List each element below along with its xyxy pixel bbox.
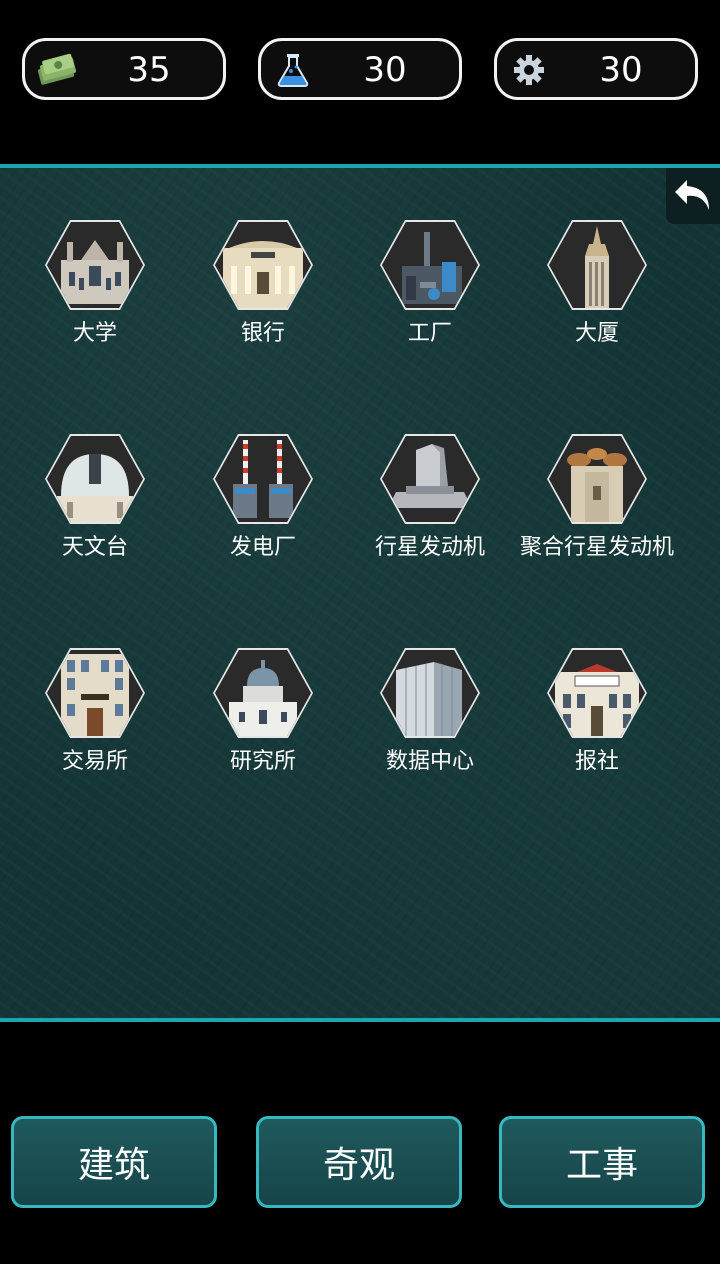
building-label: 大厦 [574, 321, 619, 346]
building-bank[interactable]: 银行 [178, 220, 348, 370]
undo-arrow-icon [671, 172, 715, 220]
science-value: 30 [363, 50, 407, 90]
building-exchange[interactable]: 交易所 [10, 648, 180, 798]
back-button[interactable] [666, 168, 720, 224]
observatory-icon [47, 436, 143, 522]
power-plant-icon [215, 436, 311, 522]
building-hex-frame [547, 648, 647, 738]
building-university[interactable]: 大学 [10, 220, 180, 370]
fusion-planet-engine-icon [549, 436, 645, 522]
money-value: 35 [127, 50, 171, 90]
building-panel: 大学 银行 工厂 大厦 天文台 发电厂 行星发动机 聚合行星发动机 交易所 研究… [0, 164, 720, 1022]
exchange-icon [47, 650, 143, 736]
building-label: 报社 [574, 749, 619, 774]
gear-icon [509, 53, 549, 87]
resource-bar: 35 30 30 [0, 38, 720, 100]
cash-stack-icon [37, 53, 77, 87]
building-observatory[interactable]: 天文台 [10, 434, 180, 584]
building-hex-frame [45, 434, 145, 524]
planet-engine-icon [382, 436, 478, 522]
flask-icon [273, 53, 313, 87]
building-hex-frame [213, 434, 313, 524]
tab-buildings[interactable]: 建筑 [11, 1116, 217, 1208]
building-power-plant[interactable]: 发电厂 [178, 434, 348, 584]
money-counter: 35 [22, 38, 226, 100]
building-hex-frame [213, 220, 313, 310]
university-icon [47, 222, 143, 308]
data-center-icon [382, 650, 478, 736]
building-hex-frame [547, 434, 647, 524]
building-hex-frame [547, 220, 647, 310]
building-hex-frame [213, 648, 313, 738]
building-factory[interactable]: 工厂 [345, 220, 515, 370]
factory-icon [382, 222, 478, 308]
science-counter: 30 [258, 38, 462, 100]
building-hex-frame [380, 434, 480, 524]
gear-value: 30 [599, 50, 643, 90]
bank-icon [215, 222, 311, 308]
building-fusion-planet-engine[interactable]: 聚合行星发动机 [512, 434, 682, 584]
building-data-center[interactable]: 数据中心 [345, 648, 515, 798]
newspaper-icon [549, 650, 645, 736]
building-hex-frame [380, 648, 480, 738]
building-hex-frame [380, 220, 480, 310]
building-institute[interactable]: 研究所 [178, 648, 348, 798]
tab-works[interactable]: 工事 [499, 1116, 705, 1208]
building-planet-engine[interactable]: 行星发动机 [345, 434, 515, 584]
institute-icon [215, 650, 311, 736]
building-hex-frame [45, 220, 145, 310]
skyscraper-icon [549, 222, 645, 308]
building-hex-frame [45, 648, 145, 738]
gear-counter: 30 [494, 38, 698, 100]
building-label: 聚合行星发动机 [519, 535, 674, 560]
building-newspaper[interactable]: 报社 [512, 648, 682, 798]
tab-wonders[interactable]: 奇观 [256, 1116, 462, 1208]
building-skyscraper[interactable]: 大厦 [512, 220, 682, 370]
